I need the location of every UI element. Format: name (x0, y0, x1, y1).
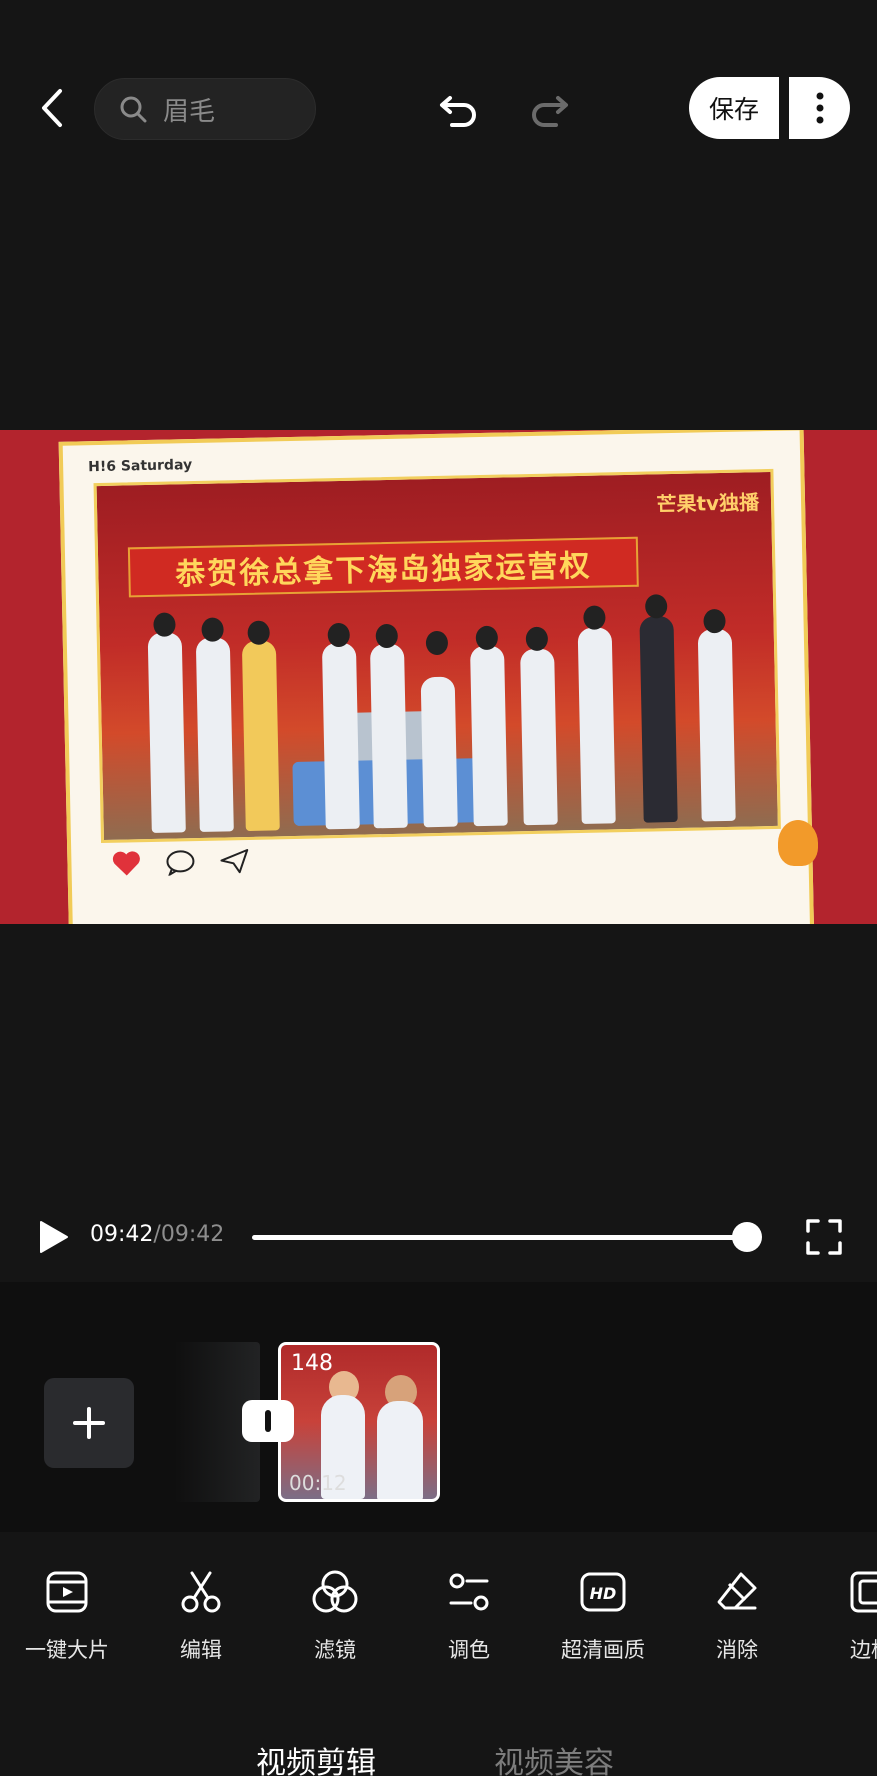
search-icon (120, 96, 147, 123)
adjust-icon (449, 1573, 489, 1611)
tool-label: 滤镜 (314, 1638, 356, 1662)
card-action-icons (111, 848, 250, 877)
person-head (583, 605, 606, 630)
person (241, 640, 280, 832)
clip-duration: 00:12 (289, 1471, 347, 1495)
undo-icon (440, 96, 476, 127)
film-icon (46, 1571, 88, 1613)
search-text: 眉毛 (163, 96, 216, 127)
svg-text:HD: HD (590, 1584, 617, 1603)
heart-icon (112, 851, 140, 876)
total-time: /09:42 (153, 1222, 225, 1247)
tool-border[interactable]: 边框 (816, 1568, 877, 1664)
more-vertical-icon (816, 92, 823, 124)
playhead-grip (265, 1410, 271, 1432)
video-preview[interactable]: H!6 Saturday 芒果tv独播 恭贺徐总拿下海岛独家运营权 (0, 430, 877, 924)
tool-one-click[interactable]: 一键大片 (12, 1568, 122, 1664)
person (195, 637, 234, 832)
person-head (425, 630, 449, 656)
person (147, 632, 186, 833)
video-scene: 芒果tv独播 恭贺徐总拿下海岛独家运营权 (93, 468, 781, 844)
person (420, 676, 458, 828)
tool-color-adjust[interactable]: 调色 (414, 1568, 524, 1664)
tool-label: 边框 (850, 1638, 877, 1662)
comment-icon (166, 850, 195, 876)
border-icon (850, 1571, 877, 1613)
clip-person (377, 1401, 423, 1499)
fullscreen-button[interactable] (806, 1219, 842, 1255)
person (639, 616, 678, 823)
tool-label: 调色 (448, 1638, 490, 1662)
tool-label: 编辑 (180, 1638, 222, 1662)
celebration-banner: 恭贺徐总拿下海岛独家运营权 (127, 536, 639, 598)
clip-count: 148 (291, 1351, 333, 1376)
tool-edit[interactable]: 编辑 (146, 1568, 256, 1664)
play-button[interactable] (38, 1220, 70, 1254)
tool-label: 消除 (716, 1638, 758, 1662)
post-card-frame: H!6 Saturday 芒果tv独播 恭贺徐总拿下海岛独家运营权 (58, 430, 815, 924)
playhead-handle[interactable] (242, 1400, 294, 1442)
redo-button[interactable] (528, 88, 570, 130)
person-head (644, 594, 668, 619)
person (369, 643, 408, 829)
more-button[interactable] (789, 77, 850, 139)
video-clip-thumbnail[interactable]: 148 00:12 (278, 1342, 440, 1502)
search-box[interactable]: 眉毛 (94, 78, 316, 140)
tool-filter[interactable]: 滤镜 (280, 1568, 390, 1664)
tab-video-beauty[interactable]: 视频美容 (494, 1738, 614, 1776)
tool-erase[interactable]: 消除 (682, 1568, 792, 1664)
current-time: 09:42 (90, 1222, 154, 1247)
person (577, 627, 616, 824)
person (321, 642, 360, 830)
person (470, 645, 508, 827)
save-button[interactable]: 保存 (689, 77, 779, 139)
send-icon (220, 848, 249, 874)
person (520, 648, 558, 826)
filter-icon (312, 1570, 358, 1613)
tool-label: 一键大片 (25, 1638, 109, 1662)
tool-bar: 一键大片 编辑 滤镜 调色 HD 超清画质 消除 边框 (0, 1568, 877, 1678)
top-bar: 眉毛 保存 (0, 0, 877, 150)
eraser-icon (717, 1572, 757, 1610)
hd-icon: HD (580, 1572, 626, 1612)
tab-video-edit[interactable]: 视频剪辑 (256, 1738, 376, 1776)
add-clip-button[interactable] (44, 1378, 134, 1468)
undo-button[interactable] (438, 88, 480, 130)
time-readout: 09:42/09:42 (90, 1222, 224, 1247)
tool-label: 超清画质 (561, 1638, 645, 1662)
progress-knob[interactable] (732, 1222, 762, 1252)
scissors-icon (181, 1571, 221, 1613)
card-header-text: H!6 Saturday (88, 457, 193, 476)
plus-icon (73, 1407, 105, 1439)
channel-logo: 芒果tv独播 (656, 490, 760, 517)
chevron-left-icon (42, 89, 62, 127)
tool-hd[interactable]: HD 超清画质 (548, 1568, 658, 1664)
progress-track[interactable] (252, 1235, 746, 1240)
back-button[interactable] (34, 86, 70, 130)
person (697, 628, 736, 822)
mascot-sticker (778, 820, 818, 866)
redo-icon (532, 96, 568, 127)
bottom-tabs: 视频剪辑 视频美容 (0, 1728, 877, 1776)
person-head (525, 626, 549, 652)
